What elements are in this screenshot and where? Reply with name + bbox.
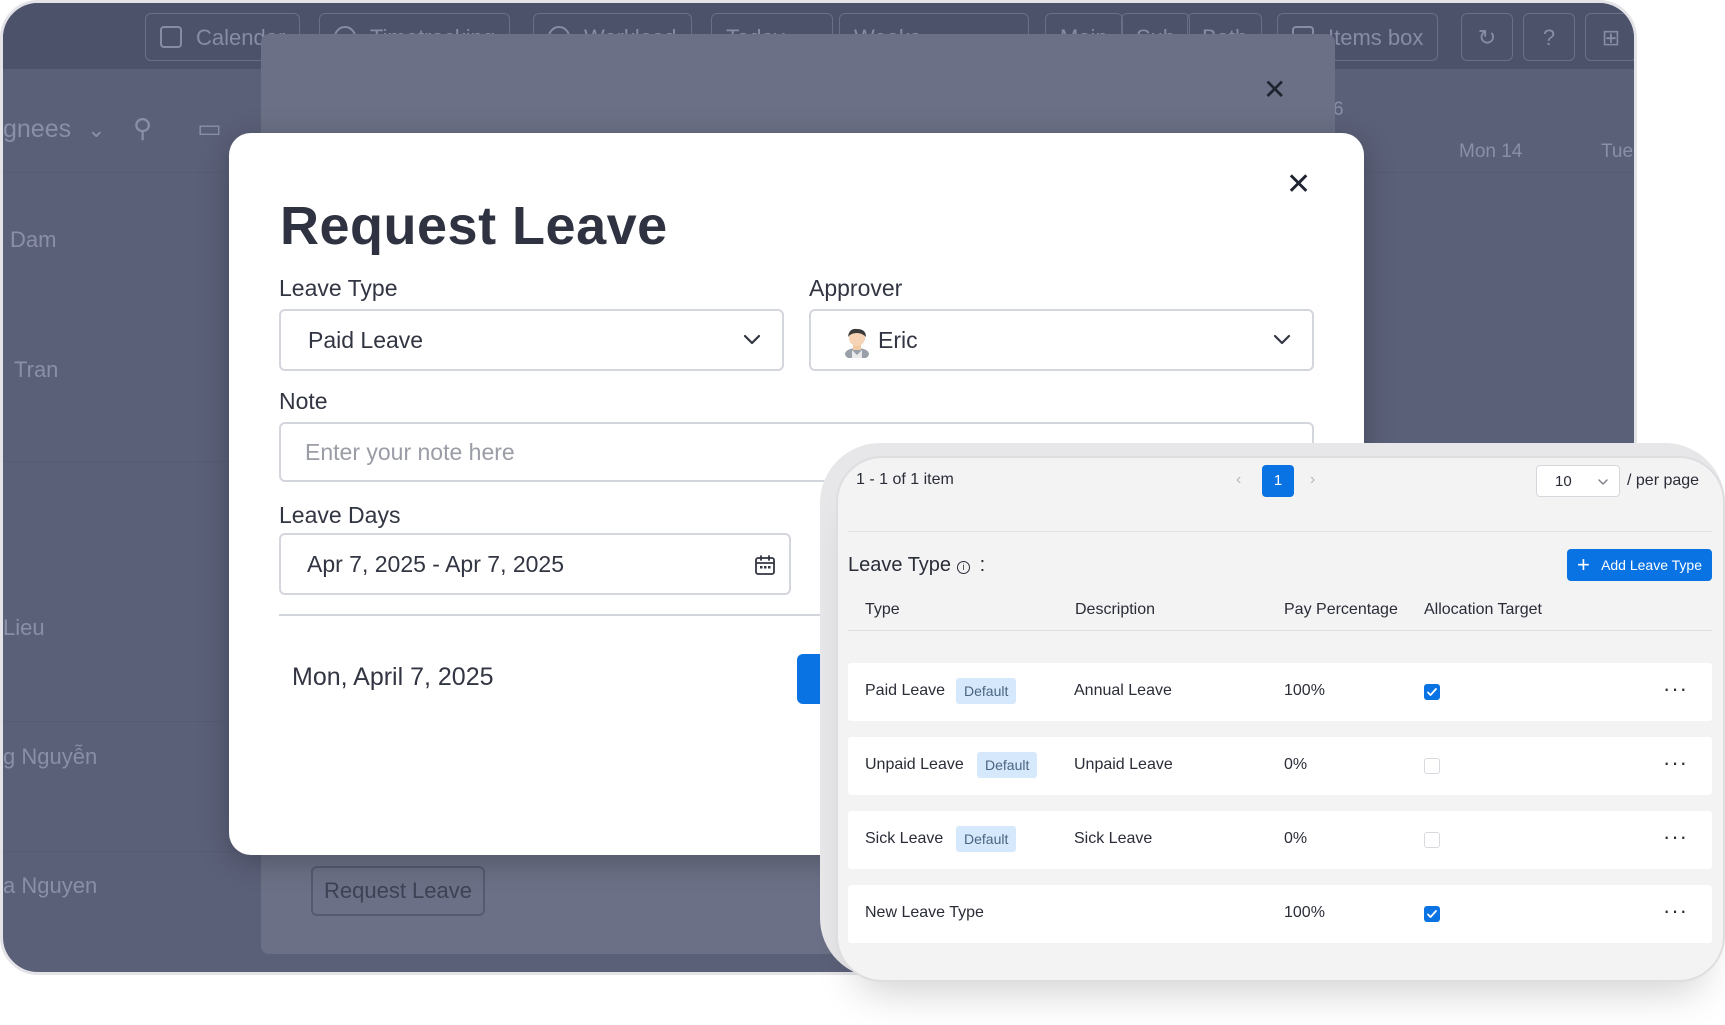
leave-days-label: Leave Days [279,502,401,528]
default-badge: Default [977,752,1038,778]
per-page-label: / per page [1627,472,1700,489]
allocation-target-checkbox[interactable] [1424,684,1440,700]
background-assignee-name: Dam [10,227,57,252]
check-icon [1427,688,1437,696]
pay-percentage: 100% [1284,904,1325,921]
more-horizontal-icon[interactable]: ··· [1663,676,1688,702]
background-assignee-name: Lieu [3,615,45,640]
allocation-target-checkbox[interactable] [1424,832,1440,848]
items-box-label: Items box [1328,25,1424,50]
pay-percentage: 100% [1284,682,1325,699]
close-icon[interactable]: ✕ [1263,73,1286,106]
refresh-button[interactable]: ↻ [1461,13,1513,61]
leave-days-date-range-picker[interactable]: Apr 7, 2025 - Apr 7, 2025 [279,533,791,595]
pay-percentage: 0% [1284,756,1308,773]
assignees-filter[interactable]: gnees ⌄ [3,115,106,144]
chevron-down-icon [743,334,761,345]
section-divider [279,614,854,616]
close-icon[interactable]: ✕ [1286,170,1311,200]
more-horizontal-icon[interactable]: ··· [1663,898,1688,924]
leave-type-name: New Leave Type [865,904,984,921]
leave-days-value: Apr 7, 2025 - Apr 7, 2025 [307,551,565,577]
per-page-select[interactable]: 10 [1536,465,1620,497]
chevron-left-icon[interactable]: ‹ [1236,471,1241,489]
pagination-current-page[interactable]: 1 [1262,465,1294,497]
selected-date-summary: Mon, April 7, 2025 [292,663,494,691]
help-icon: ? [1542,25,1556,50]
check-icon [1427,910,1437,918]
allocation-target-checkbox[interactable] [1424,758,1440,774]
leave-type-name: Sick Leave [865,830,944,847]
allocation-target-checkbox[interactable] [1424,906,1440,922]
avatar [845,328,869,358]
leave-type-description: Unpaid Leave [1074,756,1173,773]
calendar-icon [755,555,775,575]
add-leave-type-button[interactable]: + Add Leave Type [1567,549,1712,581]
modal-title: Request Leave [280,196,668,256]
leave-type-description: Sick Leave [1074,830,1153,847]
refresh-icon: ↻ [1477,25,1497,50]
default-badge: Default [956,826,1017,852]
leave-type-heading-text: Leave Type [848,554,952,576]
leave-type-select[interactable]: Paid Leave [279,309,784,371]
screenshot-stage: Calendar Timetracking Workload Today⌄ We… [0,0,1725,1025]
column-header-description: Description [1075,601,1156,618]
leave-type-heading-suffix: : [979,554,986,576]
table-row[interactable]: New Leave Type 100% ··· [848,885,1712,943]
approver-label: Approver [809,275,903,301]
more-horizontal-icon[interactable]: ··· [1663,750,1688,776]
card-divider [848,531,1712,532]
info-icon[interactable]: i [957,561,971,574]
help-button[interactable]: ? [1523,13,1575,61]
background-assignee-name: a Nguyen [3,873,98,898]
background-assignee-name: g Nguyễn [3,744,98,769]
note-label: Note [279,388,328,414]
background-day-label: Mon 14 [1459,141,1523,162]
chevron-down-icon: ⌄ [87,117,106,142]
pay-percentage: 0% [1284,830,1308,847]
calendar-icon [160,26,182,48]
archive-icon[interactable]: ▭ [197,113,222,144]
column-header-pay-percentage: Pay Percentage [1284,601,1398,618]
approver-value: Eric [878,327,918,353]
leave-type-name: Unpaid Leave [865,756,964,773]
table-row[interactable]: Unpaid Leave Default Unpaid Leave 0% ··· [848,737,1712,795]
filter-icon[interactable]: ⚲ [133,113,152,144]
default-badge: Default [956,678,1017,704]
per-page-value: 10 [1555,473,1572,490]
background-day-label: Tue [1601,141,1634,162]
gift-button[interactable]: ⊞ [1585,13,1634,61]
more-horizontal-icon[interactable]: ··· [1663,824,1688,850]
pagination-info: 1 - 1 of 1 item [856,471,954,488]
leave-type-heading: Leave Type i : [848,554,985,577]
gift-icon: ⊞ [1601,25,1621,50]
column-header-type: Type [865,601,900,618]
leave-type-label: Leave Type [279,275,398,301]
table-row[interactable]: Sick Leave Default Sick Leave 0% ··· [848,811,1712,869]
chevron-down-icon [1273,334,1291,345]
column-header-allocation-target: Allocation Target [1424,601,1542,618]
leave-type-name: Paid Leave [865,682,946,699]
background-assignee-name: Tran [14,357,59,382]
chevron-down-icon [1598,479,1608,485]
approver-select[interactable]: Eric [809,309,1314,371]
table-row[interactable]: Paid Leave Default Annual Leave 100% ··· [848,663,1712,721]
leave-type-value: Paid Leave [308,327,424,353]
assignees-filter-label: gnees [3,115,72,143]
plus-icon: + [1577,552,1590,577]
add-leave-type-label: Add Leave Type [1601,557,1702,573]
chevron-right-icon[interactable]: › [1310,471,1315,489]
leave-type-description: Annual Leave [1074,682,1172,699]
table-header-divider [848,630,1712,631]
request-leave-button[interactable]: Request Leave [311,866,485,916]
